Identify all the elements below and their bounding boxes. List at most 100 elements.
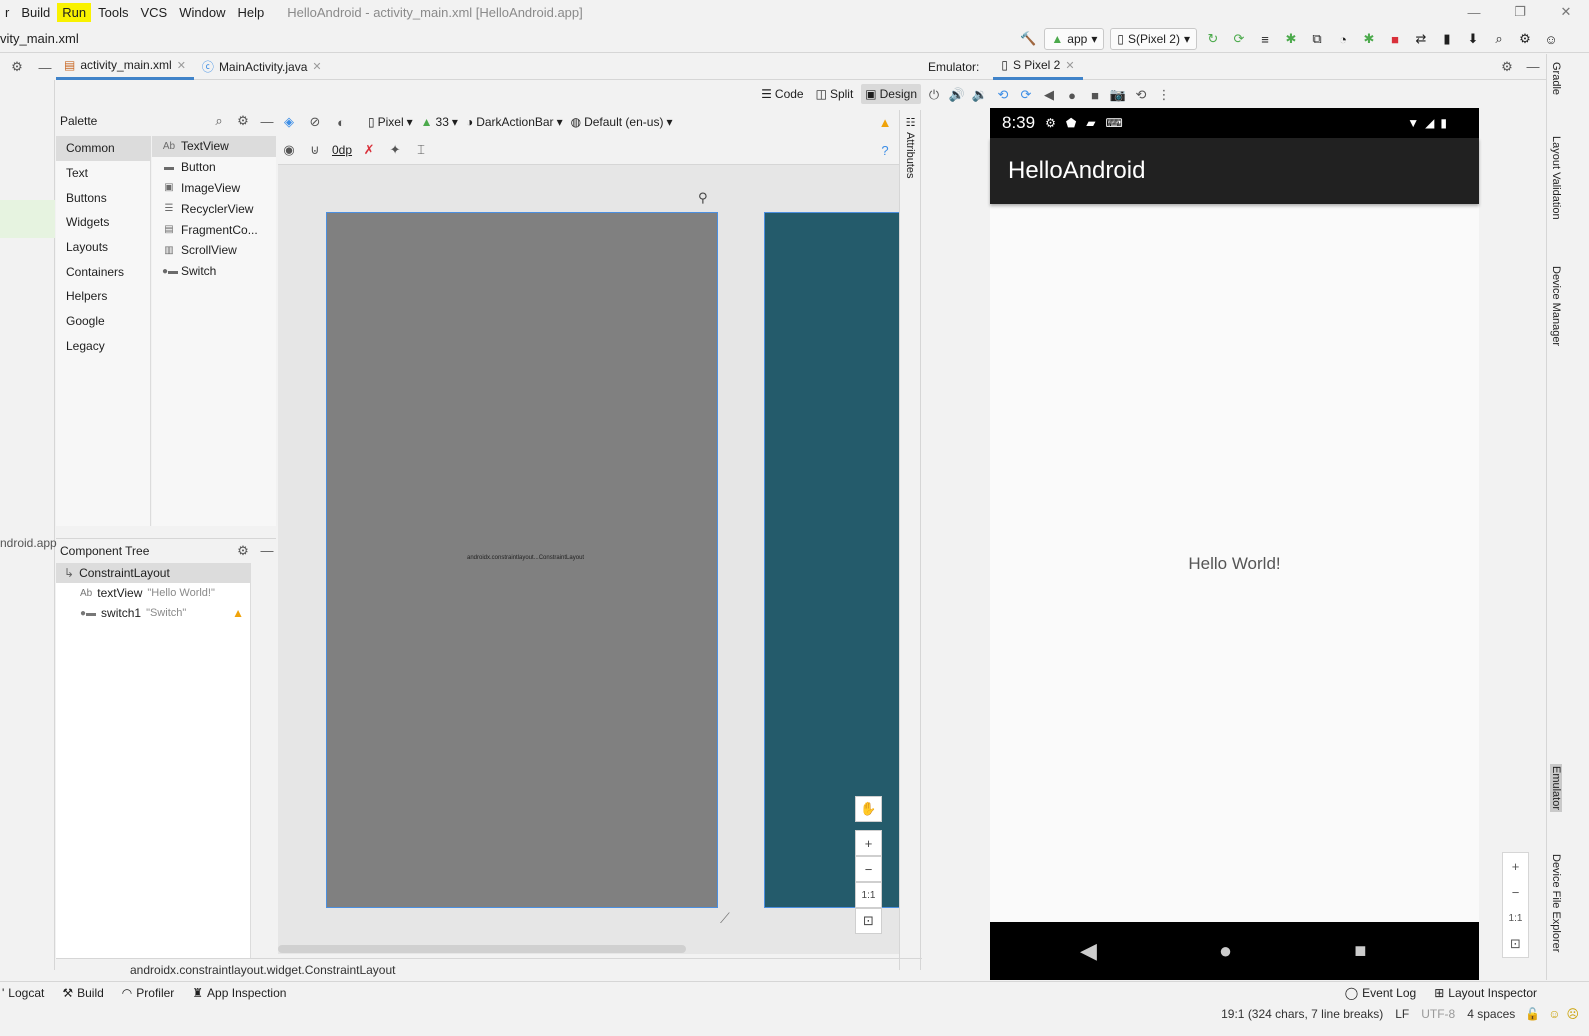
minimize-icon[interactable]: — bbox=[1451, 5, 1497, 20]
back-icon[interactable]: ◀ bbox=[1040, 86, 1058, 104]
design-surface[interactable]: androidx.constraintlayout...ConstraintLa… bbox=[326, 212, 718, 908]
palette-category[interactable]: Helpers bbox=[56, 284, 150, 309]
device-dropdown[interactable]: ▯ Pixel ▾ bbox=[368, 115, 413, 129]
search-icon[interactable]: ⌕ bbox=[210, 112, 228, 130]
home-icon[interactable]: ● bbox=[1063, 86, 1081, 104]
more-icon[interactable]: ⋮ bbox=[1155, 86, 1173, 104]
horizontal-scrollbar[interactable] bbox=[278, 945, 686, 953]
default-margin-field[interactable]: 0dp bbox=[332, 143, 352, 157]
palette-category[interactable]: Google bbox=[56, 309, 150, 334]
cursor-position[interactable]: 19:1 (324 chars, 7 line breaks) bbox=[1221, 1007, 1383, 1021]
clear-constraints-icon[interactable]: ✗ bbox=[360, 141, 378, 159]
camera-icon[interactable]: 📷 bbox=[1109, 86, 1127, 104]
power-icon[interactable]: ⏻ bbox=[925, 86, 943, 104]
tool-app-inspection[interactable]: ♜ App Inspection bbox=[192, 986, 286, 1000]
minimize-panel-icon[interactable]: — bbox=[258, 542, 276, 560]
close-icon[interactable]: ✕ bbox=[1065, 59, 1074, 72]
lock-icon[interactable]: 🔓 bbox=[1525, 1007, 1540, 1021]
tab-emulator-device[interactable]: ▯ S Pixel 2 ✕ bbox=[993, 54, 1083, 80]
palette-category[interactable]: Widgets bbox=[56, 210, 150, 235]
mode-split[interactable]: ◫ Split bbox=[812, 84, 858, 104]
resize-handle-icon[interactable]: ⟋ bbox=[720, 910, 730, 927]
zoom-out-icon[interactable]: − bbox=[855, 856, 882, 882]
rotate-left-icon[interactable]: ⟲ bbox=[994, 86, 1012, 104]
breadcrumb[interactable]: vity_main.xml bbox=[0, 31, 79, 46]
palette-category[interactable]: Text bbox=[56, 161, 150, 186]
palette-item-fragment[interactable]: ▤ FragmentCo... bbox=[152, 219, 276, 240]
rerun-icon[interactable]: ↻ bbox=[1203, 29, 1223, 49]
menu-build[interactable]: Build bbox=[16, 3, 55, 22]
gear-icon[interactable]: ⚙ bbox=[8, 58, 26, 76]
warning-icon[interactable]: ▲ bbox=[876, 113, 894, 131]
warning-icon[interactable]: ▲ bbox=[232, 606, 244, 620]
night-mode-icon[interactable]: ◐ bbox=[332, 113, 350, 131]
back-icon[interactable]: ◀ bbox=[1080, 938, 1097, 964]
palette-category[interactable]: Buttons bbox=[56, 185, 150, 210]
palette-item-textview[interactable]: Ab TextView bbox=[152, 136, 276, 157]
profile-icon[interactable]: ◔ bbox=[1333, 29, 1353, 49]
debug-icon[interactable]: ✱ bbox=[1281, 29, 1301, 49]
help-icon[interactable]: ? bbox=[876, 141, 894, 159]
magnet-icon[interactable]: ⊍ bbox=[306, 141, 324, 159]
menu-cut[interactable]: r bbox=[0, 3, 14, 22]
account-icon[interactable]: ☺ bbox=[1541, 29, 1561, 49]
menu-run[interactable]: Run bbox=[57, 2, 92, 22]
apply-code-icon[interactable]: ≡ bbox=[1255, 29, 1275, 49]
settings-icon[interactable]: ⚙ bbox=[1515, 29, 1535, 49]
layers-icon[interactable]: ◈ bbox=[280, 113, 298, 131]
close-window-icon[interactable]: ✕ bbox=[1543, 4, 1589, 20]
gear-icon[interactable]: ⚙ bbox=[234, 112, 252, 130]
tool-layout-inspector[interactable]: ⊞ Layout Inspector bbox=[1434, 986, 1537, 1000]
mode-code[interactable]: ☰ Code bbox=[757, 84, 807, 104]
zoom-actual-size-button[interactable]: 1:1 bbox=[855, 882, 882, 908]
snapshot-icon[interactable]: ⟲ bbox=[1132, 86, 1150, 104]
device-select[interactable]: ▯ S(Pixel 2) ▾ bbox=[1110, 28, 1197, 50]
line-separator[interactable]: LF bbox=[1395, 1007, 1409, 1021]
infer-constraints-icon[interactable]: ✦ bbox=[386, 141, 404, 159]
menu-help[interactable]: Help bbox=[232, 3, 269, 22]
stop-icon[interactable]: ■ bbox=[1385, 29, 1405, 49]
file-encoding[interactable]: UTF-8 bbox=[1421, 1007, 1455, 1021]
restore-icon[interactable]: ❐ bbox=[1497, 4, 1543, 20]
sdk-manager-icon[interactable]: ⬇ bbox=[1463, 29, 1483, 49]
close-icon[interactable]: ✕ bbox=[312, 60, 321, 73]
indent-setting[interactable]: 4 spaces bbox=[1467, 1007, 1515, 1021]
tool-logcat[interactable]: ' Logcat bbox=[2, 986, 44, 1000]
palette-item-scrollview[interactable]: ▥ ScrollView bbox=[152, 240, 276, 261]
palette-item-imageview[interactable]: ▣ ImageView bbox=[152, 178, 276, 199]
home-icon[interactable]: ● bbox=[1219, 938, 1232, 964]
zoom-actual-size-button[interactable]: 1:1 bbox=[1503, 905, 1528, 931]
tool-layout-validation[interactable]: Layout Validation bbox=[1550, 136, 1562, 220]
device-screen[interactable]: 8:39 ⚙ ⬟ ▰ ⌨ ▼ ◢ ▮ HelloAndroid Hello Wo… bbox=[990, 108, 1479, 980]
locale-dropdown[interactable]: ◍ Default (en-us) ▾ bbox=[571, 115, 673, 129]
minimize-panel-icon[interactable]: — bbox=[1524, 58, 1542, 76]
tool-device-file-explorer[interactable]: Device File Explorer bbox=[1550, 854, 1562, 952]
palette-category[interactable]: Legacy bbox=[56, 334, 150, 359]
tree-node-textview[interactable]: Ab textView "Hello World!" bbox=[56, 583, 250, 603]
pin-icon[interactable]: ⚲ bbox=[698, 190, 708, 206]
device-manager-icon[interactable]: ▮ bbox=[1437, 29, 1457, 49]
api-dropdown[interactable]: ▲ 33 ▾ bbox=[421, 115, 458, 129]
palette-category[interactable]: Containers bbox=[56, 259, 150, 284]
overview-icon[interactable]: ■ bbox=[1086, 86, 1104, 104]
tool-emulator[interactable]: Emulator bbox=[1550, 764, 1562, 813]
apply-changes-icon[interactable]: ⟳ bbox=[1229, 29, 1249, 49]
minimize-panel-icon[interactable]: — bbox=[36, 58, 54, 76]
attach-icon[interactable]: ✱ bbox=[1359, 29, 1379, 49]
tool-gradle[interactable]: Gradle bbox=[1550, 62, 1562, 95]
menu-tools[interactable]: Tools bbox=[93, 3, 133, 22]
tree-node-root[interactable]: ↳ ConstraintLayout bbox=[56, 563, 250, 583]
feedback-icon[interactable]: ☹ bbox=[1566, 1007, 1579, 1021]
palette-item-button[interactable]: ▬ Button bbox=[152, 157, 276, 178]
sync-icon[interactable]: ⇄ bbox=[1411, 29, 1431, 49]
zoom-in-icon[interactable]: + bbox=[855, 830, 882, 856]
mode-design[interactable]: ▣ Design bbox=[861, 84, 921, 104]
palette-item-switch[interactable]: ●▬ Switch bbox=[152, 261, 276, 282]
blueprint-icon[interactable]: ⊘ bbox=[306, 113, 324, 131]
palette-item-recyclerview[interactable]: ☰ RecyclerView bbox=[152, 198, 276, 219]
tree-node-switch[interactable]: ●▬ switch1 "Switch" ▲ bbox=[56, 603, 250, 623]
rotate-right-icon[interactable]: ⟳ bbox=[1017, 86, 1035, 104]
gear-icon[interactable]: ⚙ bbox=[1498, 58, 1516, 76]
overview-icon[interactable]: ■ bbox=[1354, 940, 1366, 963]
theme-dropdown[interactable]: ◑ DarkActionBar ▾ bbox=[466, 115, 563, 129]
